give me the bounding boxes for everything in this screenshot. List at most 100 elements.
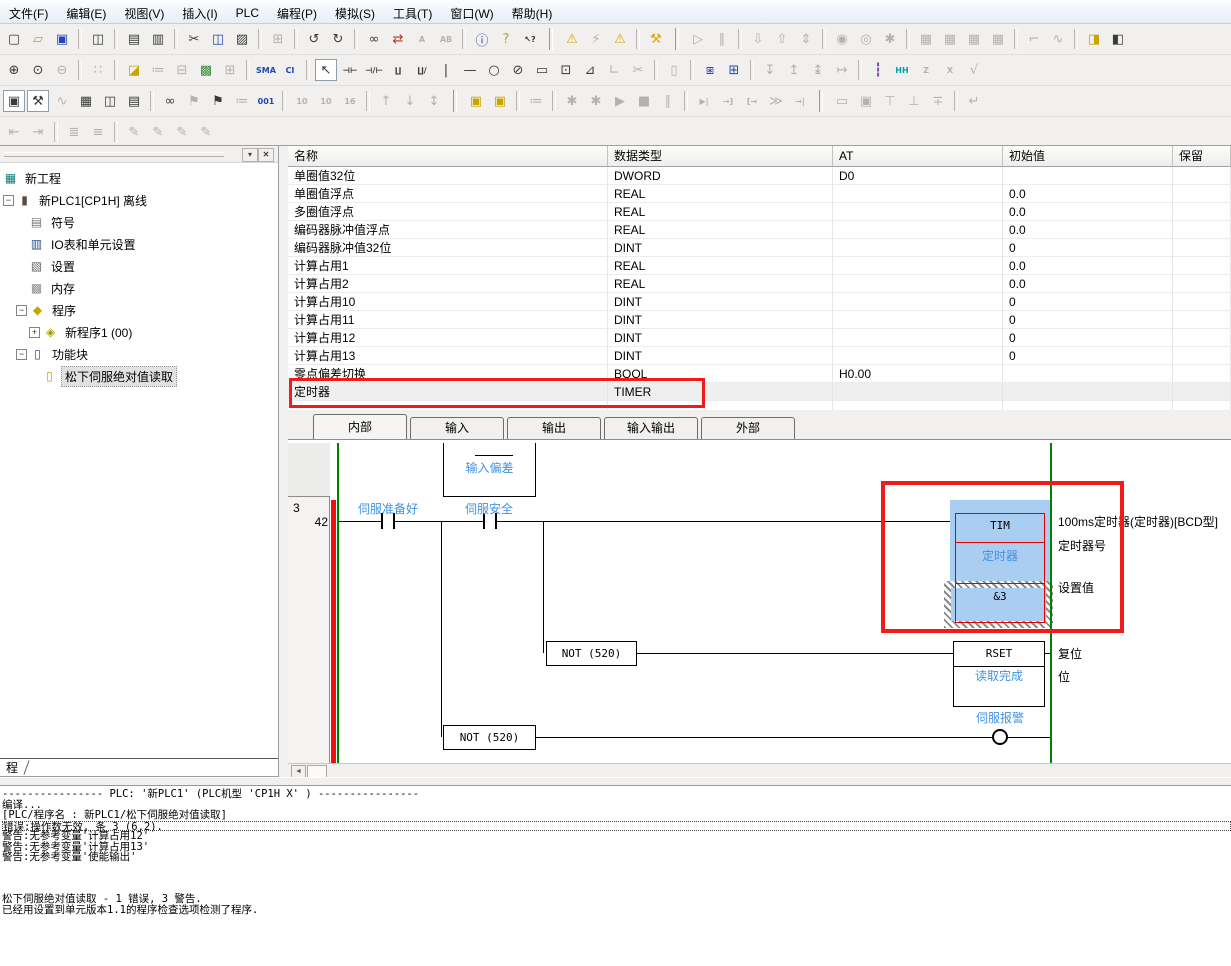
option-2-button[interactable]: X — [939, 59, 961, 81]
tree-item-io-table[interactable]: ▥IO表和单元设置 — [0, 233, 278, 255]
find-compare-button[interactable]: ∞ — [159, 90, 181, 112]
new-closed-or-contact-button[interactable]: ∐/ — [411, 59, 433, 81]
properties-button[interactable]: ▤ — [123, 90, 145, 112]
address-reference-button[interactable]: ┇ — [867, 59, 889, 81]
output-splitter[interactable] — [0, 777, 1231, 786]
tree-item-plc[interactable]: −▮新PLC1[CP1H] 离线 — [0, 189, 278, 211]
tree-item-symbols[interactable]: ▤符号 — [0, 211, 278, 233]
section-tab-输入输出[interactable]: 输入输出 — [604, 417, 698, 439]
output-line-error-selected[interactable]: 错误:操作数无效, 条 3 (6,2). — [2, 821, 1231, 832]
signed-decimal-button[interactable]: 10 — [315, 90, 337, 112]
output-line[interactable] — [2, 873, 1231, 884]
retrace-button[interactable]: ⚑ — [183, 90, 205, 112]
menu-item-窗口W[interactable]: 窗口(W) — [441, 3, 502, 24]
column-header-4[interactable]: 保留 — [1173, 146, 1231, 167]
option-3-button[interactable]: √ — [963, 59, 985, 81]
run-mode-button[interactable]: ▷ — [687, 28, 709, 50]
marker-3-button[interactable]: ✎ — [171, 121, 193, 143]
diff-down-button[interactable]: ⊥ — [903, 90, 925, 112]
sim-stop-button[interactable]: ■ — [633, 90, 655, 112]
output-coil-servo-alarm[interactable] — [992, 729, 1008, 745]
go-next-button[interactable]: ↓ — [399, 90, 421, 112]
redo-button[interactable]: ↻ — [327, 28, 349, 50]
step-run-button[interactable]: ▶| — [693, 90, 715, 112]
menu-item-工具T[interactable]: 工具(T) — [384, 3, 441, 24]
section-tab-输入[interactable]: 输入 — [410, 417, 504, 439]
compile-all-button[interactable]: ⚡ — [585, 28, 607, 50]
not-block-1[interactable]: NOT (520) — [546, 641, 637, 666]
differential-monitor-button[interactable]: ⌐ — [1023, 28, 1045, 50]
tree-item-function-blocks[interactable]: −▯功能块 — [0, 343, 278, 365]
output-line[interactable]: 已经用设置到单元版本1.1的程序检查选项检测了程序. — [2, 905, 1231, 916]
hexadecimal-button[interactable]: 16 — [339, 90, 361, 112]
indent-button[interactable]: ⇤ — [3, 121, 25, 143]
scan-run-button[interactable]: →| — [789, 90, 811, 112]
simulator-online-button[interactable]: ▣ — [465, 90, 487, 112]
select-mode-button[interactable]: ↖ — [315, 59, 337, 81]
io-window-1-button[interactable]: ▦ — [915, 28, 937, 50]
set-breakpoint-button[interactable]: ▭ — [831, 90, 853, 112]
new-or-contact-button[interactable]: ∐ — [387, 59, 409, 81]
rset-instruction-block[interactable]: RSET 读取完成 — [953, 641, 1045, 707]
section-tab-输出[interactable]: 输出 — [507, 417, 601, 439]
resume-simulator-button[interactable]: ✱ — [585, 90, 607, 112]
menu-item-编程P[interactable]: 编程(P) — [268, 3, 326, 24]
workspace-tab-project[interactable]: 程 — [0, 759, 22, 776]
panel-collapse-button[interactable]: ▾ — [242, 148, 258, 162]
tree-item-memory[interactable]: ▩内存 — [0, 277, 278, 299]
collapse-toggle[interactable]: − — [3, 195, 14, 206]
compile-program-button[interactable]: ⚠ — [561, 28, 583, 50]
io-window-2-button[interactable]: ▦ — [939, 28, 961, 50]
new-horizontal-button[interactable]: — — [459, 59, 481, 81]
show-monitor-data-button[interactable]: ⊞ — [219, 59, 241, 81]
view-symbols-button[interactable]: CI — [279, 59, 301, 81]
section-flag-button[interactable]: ⚑ — [207, 90, 229, 112]
show-section-breaks-button[interactable]: ⊟ — [171, 59, 193, 81]
table-row[interactable]: 计算占用12DINT0 — [288, 329, 1231, 347]
menu-item-PLC[interactable]: PLC — [227, 4, 268, 22]
section-tab-外部[interactable]: 外部 — [701, 417, 795, 439]
io-window-3-button[interactable]: ▦ — [963, 28, 985, 50]
new-closed-contact-button[interactable]: ⊣/⊢ — [363, 59, 385, 81]
tree-item-program-folder[interactable]: −◆程序 — [0, 299, 278, 321]
undo-button[interactable]: ↺ — [303, 28, 325, 50]
table-row[interactable]: 编码器脉冲值浮点REAL0.0 — [288, 221, 1231, 239]
paste-special-button[interactable]: ⊞ — [267, 28, 289, 50]
menu-item-视图V[interactable]: 视图(V) — [115, 3, 173, 24]
table-row[interactable]: 计算占用11DINT0 — [288, 311, 1231, 329]
pause-mode-button[interactable]: ∥ — [711, 28, 733, 50]
pause-monitor-button[interactable]: ◎ — [855, 28, 877, 50]
zoom-normal-button[interactable]: ⊙ — [27, 59, 49, 81]
help-topics-button[interactable]: ? — [495, 28, 517, 50]
upload-from-plc-button[interactable]: ⇧ — [771, 28, 793, 50]
menu-item-帮助H[interactable]: 帮助(H) — [503, 3, 562, 24]
table-row[interactable]: 编码器脉冲值32位DINT0 — [288, 239, 1231, 257]
print-button[interactable]: ▤ — [123, 28, 145, 50]
output-line[interactable]: 松下伺服绝对值读取 - 1 错误, 3 警告. — [2, 894, 1231, 905]
view-report-button[interactable]: ◫ — [87, 28, 109, 50]
output-line[interactable] — [2, 863, 1231, 874]
diff-up-button[interactable]: ⊤ — [879, 90, 901, 112]
not-block-2[interactable]: NOT (520) — [443, 725, 536, 750]
cycle-time-button[interactable]: ◨ — [1083, 28, 1105, 50]
show-rung-annotations-button[interactable]: ▩ — [195, 59, 217, 81]
binary-view-button[interactable]: 001 — [255, 90, 277, 112]
open-file-button[interactable]: ▱ — [27, 28, 49, 50]
outdent-button[interactable]: ⇥ — [27, 121, 49, 143]
marker-1-button[interactable]: ✎ — [123, 121, 145, 143]
substitute-ab-button[interactable]: AB — [435, 28, 457, 50]
io-window-4-button[interactable]: ▦ — [987, 28, 1009, 50]
show-comment-list-button[interactable]: ≔ — [147, 59, 169, 81]
about-button[interactable]: ⓘ — [471, 28, 493, 50]
collapse-toggle[interactable]: − — [16, 305, 27, 316]
ladder-horizontal-scrollbar[interactable]: ◄ — [288, 763, 1231, 778]
tree-item-program[interactable]: +◈新程序1 (00) — [0, 321, 278, 343]
marker-2-button[interactable]: ✎ — [147, 121, 169, 143]
output-line[interactable]: 警告:无参考变量'使能输出' — [2, 852, 1231, 863]
time-chart-button[interactable]: ∿ — [1047, 28, 1069, 50]
table-row[interactable]: 计算占用2REAL0.0 — [288, 275, 1231, 293]
copy-button[interactable]: ◫ — [207, 28, 229, 50]
zoom-out-button[interactable]: ⊖ — [51, 59, 73, 81]
io-comment-1-button[interactable]: ↧ — [759, 59, 781, 81]
grid-button[interactable]: ∷ — [87, 59, 109, 81]
